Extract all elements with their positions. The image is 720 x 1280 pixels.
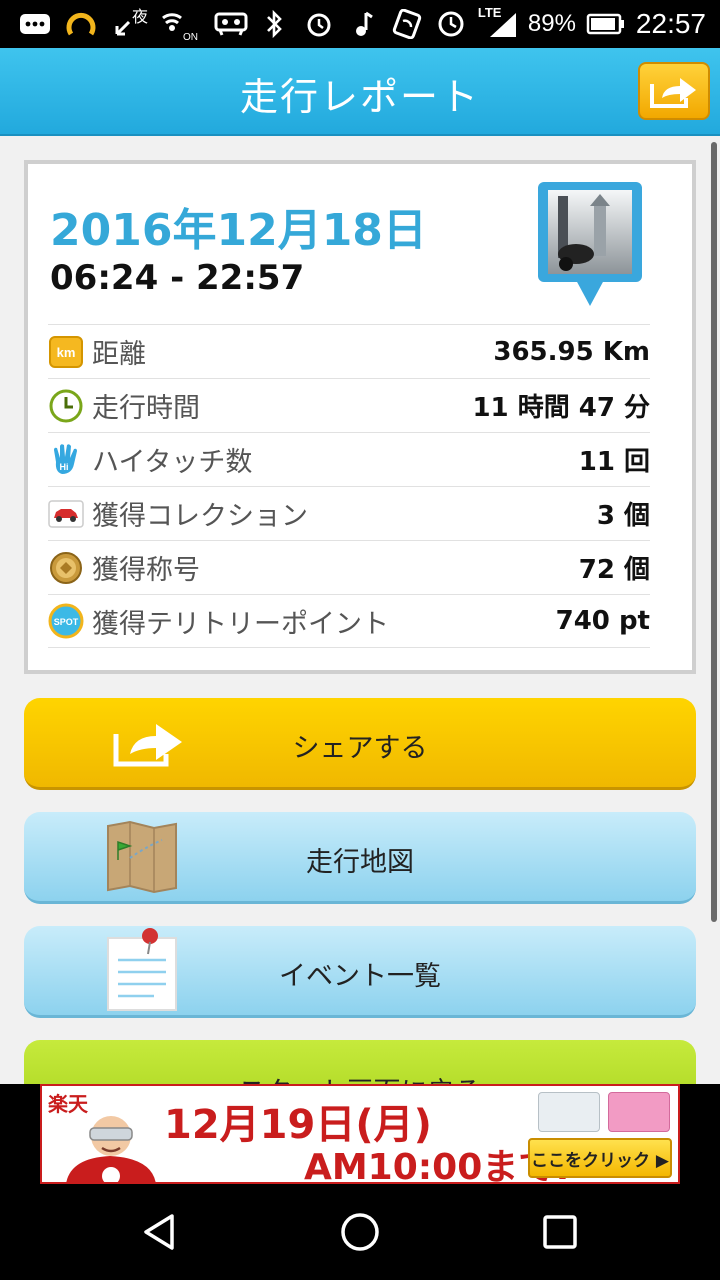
nfc-icon <box>390 9 424 39</box>
message-icon <box>18 9 52 39</box>
report-time-range: 06:24 - 22:57 <box>50 258 305 298</box>
car-icon <box>48 496 84 532</box>
app-ring-icon <box>64 9 98 39</box>
svg-text:km: km <box>57 345 76 360</box>
battery-percent: 89% <box>527 10 576 37</box>
stat-label: 獲得称号 <box>92 555 200 586</box>
route-map-button[interactable]: 走行地図 <box>24 812 696 904</box>
back-button[interactable] <box>136 1208 184 1256</box>
stat-row-collection: 獲得コレクション 3 個 <box>48 486 650 540</box>
medal-icon <box>48 550 84 586</box>
bluetooth-icon <box>258 9 292 39</box>
ad-card-image <box>608 1092 670 1132</box>
app-bar: 走行レポート <box>0 48 720 136</box>
stat-label: 距離 <box>92 339 146 370</box>
hand-icon: Hi <box>48 442 84 478</box>
recents-button[interactable] <box>536 1208 584 1256</box>
scrollbar[interactable] <box>711 142 717 922</box>
content-area[interactable]: 2016年12月18日 06:24 - 22:57 km 距離 365.95 K… <box>0 136 720 1084</box>
stat-value: 72 個 <box>578 555 650 585</box>
spot-icon: SPOT <box>48 603 84 639</box>
stat-value: 365.95 Km <box>493 336 650 367</box>
ad-banner[interactable]: 楽天 12月19日(月) AM10:00まで! ここをクリック ▶ <box>40 1084 680 1184</box>
back-to-start-button[interactable]: スタート画面に戻る <box>24 1040 696 1084</box>
lte-signal-icon: LTE <box>478 5 518 39</box>
photo-thumbnail[interactable] <box>536 180 644 312</box>
header-share-button[interactable] <box>638 62 710 120</box>
share-button-label: シェアする <box>292 733 428 764</box>
lte-label: LTE <box>477 5 502 20</box>
stat-row-distance: km 距離 365.95 Km <box>48 324 650 378</box>
svg-text:Hi: Hi <box>60 462 69 472</box>
recents-square-icon <box>543 1215 577 1249</box>
stats-list: km 距離 365.95 Km 走行時間 11 時間 47 分 Hi ハイタッチ… <box>48 324 650 648</box>
stat-value: 3 個 <box>596 501 650 531</box>
ad-cta-button[interactable]: ここをクリック ▶ <box>528 1138 672 1178</box>
stat-value: 11 回 <box>578 447 650 477</box>
stat-label: 走行時間 <box>92 393 200 424</box>
night-mode-icon: 夜 <box>110 9 148 39</box>
stat-row-titles: 獲得称号 72 個 <box>48 540 650 594</box>
ad-card-image <box>538 1092 600 1132</box>
report-date: 2016年12月18日 <box>50 205 427 256</box>
share-button[interactable]: シェアする <box>24 698 696 790</box>
clock-status-icon <box>434 9 468 39</box>
on-label: ON <box>183 32 198 43</box>
svg-text:SPOT: SPOT <box>54 617 79 627</box>
battery-icon <box>586 9 626 39</box>
night-label: 夜 <box>131 9 148 26</box>
status-bar: 夜 ON LTE 89% 22:57 <box>0 0 720 48</box>
event-list-button[interactable]: イベント一覧 <box>24 926 696 1018</box>
back-triangle-icon <box>144 1214 174 1250</box>
share-icon <box>650 78 696 108</box>
clock-icon <box>48 388 84 424</box>
stat-row-high-touch: Hi ハイタッチ数 11 回 <box>48 432 650 486</box>
event-list-button-label: イベント一覧 <box>279 961 441 992</box>
report-card: 2016年12月18日 06:24 - 22:57 km 距離 365.95 K… <box>24 160 696 674</box>
home-button[interactable] <box>336 1208 384 1256</box>
clock: 22:57 <box>635 8 706 39</box>
home-circle-icon <box>341 1213 379 1251</box>
navigation-bar <box>0 1184 720 1280</box>
stat-value: 11 時間 47 分 <box>472 393 650 423</box>
stat-row-drive-time: 走行時間 11 時間 47 分 <box>48 378 650 432</box>
wifi-calling-icon: ON <box>156 9 198 43</box>
back-to-start-button-label: スタート画面に戻る <box>24 1070 696 1084</box>
music-note-icon <box>346 9 380 39</box>
route-map-button-label: 走行地図 <box>306 847 414 878</box>
stat-label: 獲得コレクション <box>92 501 308 532</box>
ad-mascot-image <box>66 1116 156 1182</box>
stat-label: ハイタッチ数 <box>92 447 253 478</box>
vr-icon <box>214 9 248 39</box>
stat-row-territory: SPOT 獲得テリトリーポイント 740 pt <box>48 594 650 648</box>
alarm-icon <box>302 9 336 39</box>
km-icon: km <box>48 334 84 370</box>
page-title: 走行レポート <box>239 75 480 119</box>
stat-value: 740 pt <box>555 606 650 636</box>
stat-label: 獲得テリトリーポイント <box>92 608 389 640</box>
